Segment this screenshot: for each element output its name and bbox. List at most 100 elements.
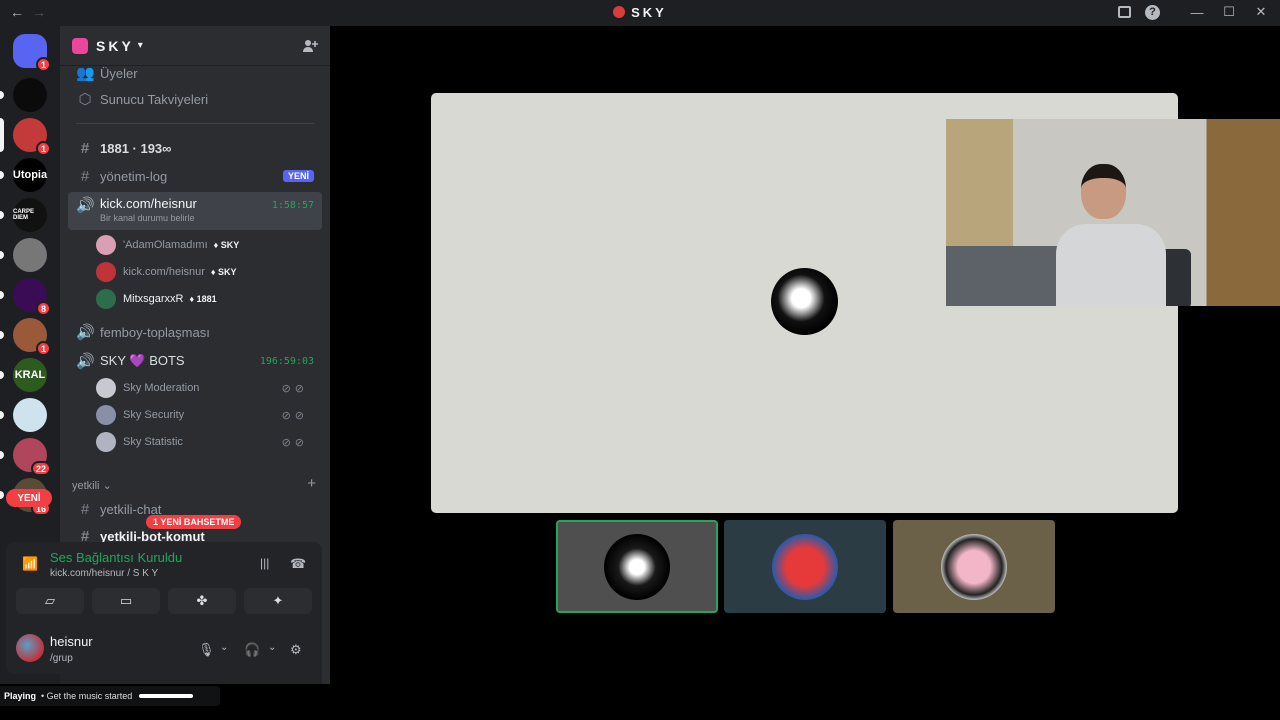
unread-badge: 22 <box>30 461 51 476</box>
voice-channel-text: kick.com/heisnur Bir kanal durumu belirl… <box>100 196 197 223</box>
disconnect-icon[interactable]: ☎ <box>290 556 306 572</box>
hashtag-icon: # <box>80 167 90 185</box>
invite-people-icon[interactable] <box>302 38 318 54</box>
voice-user[interactable]: Sky Security ⊘⊘ <box>96 402 316 428</box>
speaker-icon: 🔊 <box>76 197 95 214</box>
camera-off-icon: ▱ <box>45 593 55 608</box>
unread-indicator <box>0 91 4 99</box>
voice-channel-path[interactable]: kick.com/heisnur / S K Y <box>50 568 158 579</box>
add-channel-icon[interactable]: + <box>307 475 316 492</box>
server-boosts-link[interactable]: ⬡ Sunucu Takviyeleri <box>68 88 322 110</box>
participant-avatar <box>604 533 670 600</box>
participant-tile[interactable] <box>724 520 886 613</box>
category-yetkili[interactable]: yetkili ⌄ <box>72 479 112 492</box>
voice-channel-femboy[interactable]: 🔊 femboy-toplaşması <box>68 320 322 344</box>
voice-user[interactable]: 'AdamOlamadımı ♦ SKY <box>96 232 316 258</box>
participant-tile-active[interactable] <box>556 520 718 613</box>
voice-timer: 196:59:03 <box>259 355 314 367</box>
unread-badge: 1 <box>35 141 51 156</box>
participant-avatar <box>771 268 838 335</box>
window-controls: ? — ☐ ✕ <box>1118 3 1270 21</box>
voice-channel-bots[interactable]: 🔊 SKY 💜 BOTS 196:59:03 <box>68 349 322 373</box>
unread-badge: 1 <box>35 341 51 356</box>
server-name: SKY <box>96 37 134 54</box>
server-icon[interactable]: 1 <box>13 118 51 156</box>
voice-user-name: MitxsgarxxR <box>123 293 184 305</box>
hashtag-icon: # <box>80 500 90 518</box>
noise-suppression-icon[interactable]: ||| <box>260 556 269 570</box>
voice-connected-status[interactable]: Ses Bağlantısı Kuruldu <box>50 550 182 565</box>
new-unread-pill[interactable]: YENİ <box>6 489 52 507</box>
camera-person <box>1056 164 1176 306</box>
hashtag-icon: # <box>80 139 90 157</box>
channel-status[interactable]: Bir kanal durumu belirle <box>100 213 197 223</box>
avatar <box>96 432 116 452</box>
voice-timer: 1:58:57 <box>271 200 314 211</box>
server-icon[interactable]: Utopia <box>13 158 47 192</box>
server-icon[interactable]: 1 <box>13 34 51 72</box>
inbox-icon[interactable] <box>1118 6 1131 18</box>
window-title: SKY <box>0 5 1280 20</box>
help-icon[interactable]: ? <box>1145 4 1160 20</box>
maximize-button[interactable]: ☐ <box>1220 3 1238 21</box>
speaker-icon: 🔊 <box>76 324 95 341</box>
voice-user[interactable]: kick.com/heisnur ♦ SKY <box>96 259 316 285</box>
voice-user-name: 'AdamOlamadımı <box>123 239 208 251</box>
voice-user-name: Sky Security <box>123 409 185 421</box>
soundboard-button[interactable]: ✦ <box>244 588 312 614</box>
avatar <box>96 405 116 425</box>
minimize-button[interactable]: — <box>1188 3 1206 21</box>
voice-channel-kick[interactable]: 🔊 kick.com/heisnur Bir kanal durumu beli… <box>68 192 322 230</box>
server-header[interactable]: SKY ▾ <box>60 26 330 66</box>
close-button[interactable]: ✕ <box>1252 3 1270 21</box>
channel-yonetim-log[interactable]: # yönetim-log YENİ <box>68 164 322 188</box>
chevron-down-icon[interactable]: ⌄ <box>268 642 276 653</box>
username[interactable]: heisnur <box>50 634 93 649</box>
voice-user[interactable]: Sky Moderation ⊘⊘ <box>96 375 316 401</box>
guild-tag: ♦ SKY <box>210 267 237 277</box>
activities-button[interactable]: ✤ <box>168 588 236 614</box>
now-playing-label: Playing <box>4 691 37 701</box>
unread-indicator <box>0 451 4 459</box>
voice-user[interactable]: Sky Statistic ⊘⊘ <box>96 429 316 455</box>
server-icon[interactable] <box>13 398 47 432</box>
muted-deafened-icon: ⊘⊘ <box>281 436 308 449</box>
soundboard-icon: ✦ <box>272 593 284 608</box>
server-icon[interactable]: CARPE DIEM <box>13 198 47 232</box>
avatar[interactable] <box>16 634 44 662</box>
avatar <box>96 289 116 309</box>
camera-stream[interactable] <box>946 119 1280 306</box>
headphones-icon[interactable]: 🎧 <box>244 642 260 658</box>
muted-deafened-icon: ⊘⊘ <box>281 382 308 395</box>
new-mention-pill[interactable]: 1 YENİ BAHSETME <box>146 515 242 529</box>
server-icon[interactable]: KRAL <box>13 358 47 392</box>
chevron-down-icon[interactable]: ⌄ <box>220 642 228 653</box>
settings-gear-icon[interactable]: ⚙ <box>290 642 302 658</box>
speaker-icon: 🔊 <box>76 353 95 370</box>
call-view <box>330 26 1280 720</box>
voice-user[interactable]: MitxsgarxxR ♦ 1881 <box>96 286 316 312</box>
server-icon[interactable]: 8 <box>13 278 51 316</box>
server-icon[interactable] <box>13 78 47 112</box>
participant-tile[interactable] <box>893 520 1055 613</box>
unread-indicator <box>0 171 4 179</box>
microphone-icon[interactable]: 🎙 <box>198 642 215 658</box>
screen-share-button[interactable]: ▭ <box>92 588 160 614</box>
participant-avatar <box>772 533 838 600</box>
signal-icon[interactable]: 📶 <box>22 556 38 572</box>
avatar <box>96 262 116 282</box>
server-icon[interactable]: 1 <box>13 318 51 356</box>
members-link[interactable]: 👥 Üyeler <box>68 64 322 82</box>
server-logo-icon <box>613 6 626 18</box>
now-playing-bar[interactable]: Playing • Get the music started <box>0 686 220 706</box>
unread-badge: 8 <box>35 301 51 316</box>
server-icon[interactable] <box>13 238 47 272</box>
camera-toggle-button[interactable]: ▱ <box>16 588 84 614</box>
server-icon <box>72 37 88 54</box>
screen-share-icon: ▭ <box>119 593 133 608</box>
boost-icon: ⬡ <box>78 91 92 108</box>
server-icon[interactable]: 22 <box>13 438 51 476</box>
channel-1881[interactable]: # 1881 · 193∞ <box>68 136 322 160</box>
progress-bar <box>139 694 194 698</box>
voice-user-name: kick.com/heisnur <box>123 266 205 278</box>
